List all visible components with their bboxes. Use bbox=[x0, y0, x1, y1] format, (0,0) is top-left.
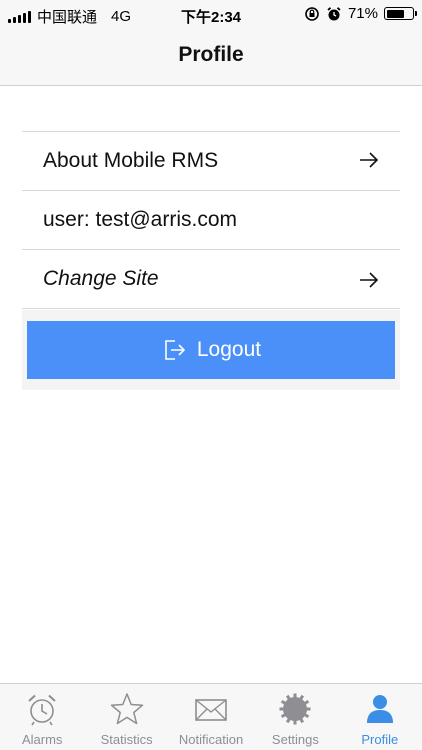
menu-item-user: user: test@arris.com bbox=[22, 190, 400, 248]
status-bar: 中国联通 4G 下午2:34 71% bbox=[0, 0, 422, 30]
gear-icon bbox=[279, 693, 311, 725]
tab-statistics[interactable]: Statistics bbox=[84, 684, 168, 750]
person-icon bbox=[366, 695, 393, 723]
navigation-bar: Profile bbox=[0, 30, 422, 86]
tab-notification-label: Notification bbox=[178, 732, 244, 747]
battery-percent: 71% bbox=[347, 5, 378, 22]
envelope-icon bbox=[195, 699, 227, 721]
menu-item-about[interactable]: About Mobile RMS bbox=[22, 131, 400, 189]
rotation-lock-icon bbox=[305, 6, 319, 21]
battery-fill bbox=[386, 9, 404, 18]
menu-item-change-site[interactable]: Change Site bbox=[22, 249, 400, 309]
menu-item-about-label: About Mobile RMS bbox=[43, 148, 219, 172]
logout-label: Logout bbox=[196, 338, 262, 361]
tab-notification[interactable]: Notification bbox=[169, 684, 253, 750]
tab-statistics-label: Statistics bbox=[100, 732, 153, 747]
user-email-label: user: test@arris.com bbox=[43, 207, 238, 231]
tab-alarms-label: Alarms bbox=[21, 732, 63, 747]
alarm-status-icon bbox=[327, 6, 341, 20]
logout-button[interactable]: Logout bbox=[27, 321, 395, 379]
battery-icon bbox=[384, 7, 417, 20]
tab-alarms[interactable]: Alarms bbox=[0, 684, 84, 750]
menu-item-change-site-label: Change Site bbox=[43, 267, 159, 290]
page-title: Profile bbox=[178, 43, 244, 66]
tab-profile-label: Profile bbox=[361, 732, 399, 747]
star-icon bbox=[110, 693, 143, 725]
tab-bar: Alarms Statistics Notification Settings … bbox=[0, 683, 422, 750]
tab-settings[interactable]: Settings bbox=[253, 684, 337, 750]
arrow-right-icon bbox=[360, 152, 379, 168]
logout-icon bbox=[165, 340, 186, 360]
status-right: 71% bbox=[304, 5, 417, 22]
tab-settings-label: Settings bbox=[271, 732, 319, 747]
arrow-right-icon bbox=[360, 272, 379, 288]
alarm-clock-icon bbox=[28, 694, 56, 726]
tab-profile[interactable]: Profile bbox=[338, 684, 422, 750]
